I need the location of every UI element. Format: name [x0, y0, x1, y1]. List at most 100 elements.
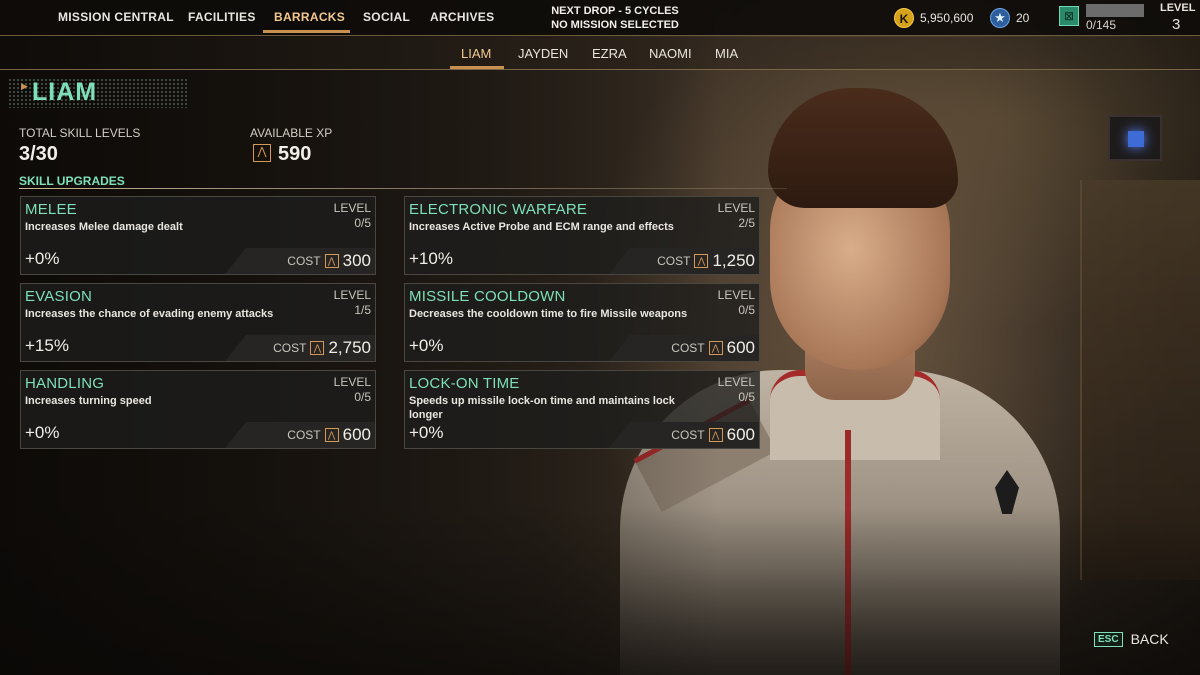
skill-bonus: +0%	[409, 423, 444, 442]
skill-description: Increases Active Probe and ECM range and…	[409, 221, 674, 233]
skill-upgrade-cost[interactable]: COST ⋀ 300	[287, 251, 371, 271]
skill-upgrades-title: SKILL UPGRADES	[19, 174, 125, 188]
skill-level-value: 2/5	[738, 216, 755, 230]
cost-value: 300	[342, 251, 371, 270]
tab-ezra[interactable]: EZRA	[592, 46, 627, 61]
player-level-value: 3	[1172, 16, 1181, 33]
skill-card-melee[interactable]: MELEE Increases Melee damage dealt LEVEL…	[20, 196, 376, 275]
pilot-name: LIAM	[32, 78, 98, 106]
stars-value: 20	[1016, 11, 1030, 25]
cost-label: COST	[287, 428, 321, 442]
cost-value: 600	[726, 425, 755, 444]
xp-rank-icon: ⋀	[708, 428, 723, 442]
currency-value: 5,950,600	[920, 11, 974, 25]
mission-status-text: NO MISSION SELECTED	[551, 19, 679, 31]
xp-rank-icon: ⋀	[310, 341, 325, 355]
nav-mission-central[interactable]: MISSION CENTRAL	[58, 10, 174, 24]
skill-description: Decreases the cooldown time to fire Miss…	[409, 308, 688, 320]
skill-bonus: +0%	[25, 423, 60, 442]
tab-mia[interactable]: MIA	[715, 46, 738, 61]
star-icon: ★	[990, 8, 1010, 28]
cost-label: COST	[671, 428, 705, 442]
cost-value: 600	[726, 338, 755, 357]
cost-label: COST	[273, 341, 307, 355]
top-navigation-bar: MISSION CENTRAL FACILITIES BARRACKS SOCI…	[0, 0, 1200, 36]
back-label: BACK	[1130, 631, 1169, 647]
skill-level-value: 0/5	[354, 390, 371, 404]
skill-upgrade-cost[interactable]: COST ⋀ 600	[671, 425, 755, 445]
nav-social[interactable]: SOCIAL	[363, 10, 410, 24]
skill-description: Increases the chance of evading enemy at…	[25, 308, 274, 320]
skill-level-label: LEVEL	[717, 288, 755, 302]
skill-card-lock-on-time[interactable]: LOCK-ON TIME Speeds up missile lock-on t…	[404, 370, 760, 449]
skill-card-electronic-warfare[interactable]: ELECTRONIC WARFARE Increases Active Prob…	[404, 196, 760, 275]
skill-title: ELECTRONIC WARFARE	[409, 201, 588, 218]
crate-icon: ⊠	[1059, 6, 1079, 26]
currency-display: K 5,950,600	[894, 7, 973, 29]
cost-value: 600	[342, 425, 371, 444]
skill-level-label: LEVEL	[333, 201, 371, 215]
cost-label: COST	[671, 341, 705, 355]
section-divider	[19, 188, 787, 189]
next-drop-text: NEXT DROP - 5 CYCLES	[551, 5, 679, 17]
xp-rank-icon: ⋀	[694, 254, 709, 268]
skill-description: Increases Melee damage dealt	[25, 221, 183, 233]
skill-description: Increases turning speed	[25, 395, 152, 407]
skill-card-handling[interactable]: HANDLING Increases turning speed LEVEL 0…	[20, 370, 376, 449]
skill-description: Speeds up missile lock-on time and maint…	[409, 395, 675, 421]
nav-facilities[interactable]: FACILITIES	[188, 10, 256, 24]
skill-title: LOCK-ON TIME	[409, 375, 520, 392]
next-drop-status: NEXT DROP - 5 CYCLES NO MISSION SELECTED	[520, 4, 710, 32]
skill-level-label: LEVEL	[333, 288, 371, 302]
skill-level-value: 0/5	[738, 303, 755, 317]
skill-card-evasion[interactable]: EVASION Increases the chance of evading …	[20, 283, 376, 362]
skill-level-label: LEVEL	[717, 375, 755, 389]
cost-label: COST	[287, 254, 321, 268]
esc-key-icon: ESC	[1094, 631, 1123, 647]
cost-label: COST	[657, 254, 691, 268]
skill-upgrade-cost[interactable]: COST ⋀ 1,250	[657, 251, 755, 271]
skill-level-value: 0/5	[738, 390, 755, 404]
nav-active-indicator	[263, 30, 350, 33]
redacted-name-box	[1086, 4, 1144, 17]
name-marker-icon: ▶	[21, 81, 28, 91]
stars-display: ★ 20	[990, 7, 1029, 29]
total-skill-levels-label: TOTAL SKILL LEVELS	[19, 126, 141, 140]
skill-level-value: 0/5	[354, 216, 371, 230]
skill-bonus: +0%	[25, 249, 60, 268]
xp-rank-icon: ⋀	[324, 428, 339, 442]
xp-rank-icon: ⋀	[708, 341, 723, 355]
xp-rank-icon: ⋀	[253, 144, 271, 162]
cost-value: 1,250	[712, 251, 755, 270]
skill-upgrade-cost[interactable]: COST ⋀ 600	[287, 425, 371, 445]
skill-title: MELEE	[25, 201, 77, 218]
crate-count: 0/145	[1086, 18, 1117, 32]
available-xp-value: 590	[278, 143, 312, 165]
pilot-tabs: LIAM JAYDEN EZRA NAOMI MIA	[0, 37, 1200, 70]
skill-level-label: LEVEL	[333, 375, 371, 389]
tab-liam[interactable]: LIAM	[461, 46, 491, 61]
skill-level-label: LEVEL	[717, 201, 755, 215]
skill-title: EVASION	[25, 288, 92, 305]
skill-bonus: +15%	[25, 336, 69, 355]
skill-upgrade-cost[interactable]: COST ⋀ 2,750	[273, 338, 371, 358]
skill-bonus: +0%	[409, 336, 444, 355]
tab-naomi[interactable]: NAOMI	[649, 46, 692, 61]
skill-level-value: 1/5	[354, 303, 371, 317]
nav-archives[interactable]: ARCHIVES	[430, 10, 494, 24]
back-button[interactable]: ESC BACK	[1094, 631, 1169, 647]
xp-rank-icon: ⋀	[324, 254, 339, 268]
cost-value: 2,750	[328, 338, 371, 357]
total-skill-levels-value: 3/30	[19, 143, 58, 165]
tab-active-indicator	[450, 66, 504, 69]
player-level-label: LEVEL	[1160, 2, 1196, 14]
nav-barracks[interactable]: BARRACKS	[274, 10, 345, 24]
skill-card-missile-cooldown[interactable]: MISSILE COOLDOWN Decreases the cooldown …	[404, 283, 760, 362]
k-coin-icon: K	[894, 8, 914, 28]
tab-jayden[interactable]: JAYDEN	[518, 46, 568, 61]
skill-upgrade-cost[interactable]: COST ⋀ 600	[671, 338, 755, 358]
available-xp-label: AVAILABLE XP	[250, 126, 333, 140]
skill-title: MISSILE COOLDOWN	[409, 288, 566, 305]
skill-bonus: +10%	[409, 249, 453, 268]
skill-title: HANDLING	[25, 375, 105, 392]
